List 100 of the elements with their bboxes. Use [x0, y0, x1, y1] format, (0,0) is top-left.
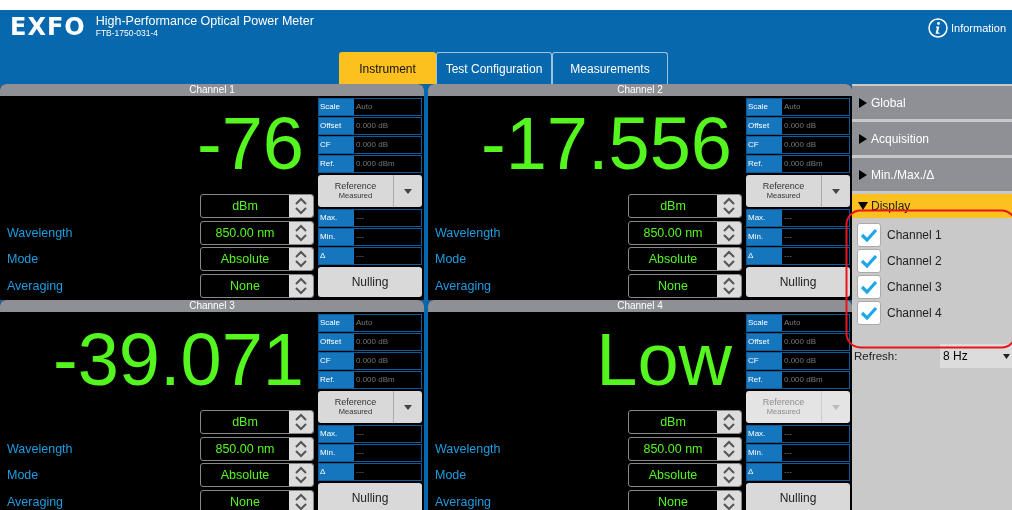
- caret-icon: [404, 404, 412, 410]
- info-label: Offset: [747, 118, 782, 134]
- setting-spinner[interactable]: Absolute: [200, 463, 314, 488]
- checkbox[interactable]: [857, 249, 881, 273]
- checkbox[interactable]: [857, 223, 881, 247]
- check-icon: [860, 254, 878, 268]
- tab[interactable]: Instrument: [339, 52, 436, 84]
- check-icon: [860, 228, 878, 242]
- info-label: Ref.: [747, 372, 782, 388]
- setting-label: Wavelength: [435, 225, 501, 240]
- stat-label: Max.: [747, 426, 782, 442]
- up-down-icon: [289, 274, 313, 297]
- channel-title: Channel 1: [0, 84, 424, 96]
- up-down-icon: [717, 490, 741, 510]
- info-label: Scale: [747, 315, 782, 331]
- checkbox[interactable]: [857, 301, 881, 325]
- tab[interactable]: Measurements: [552, 52, 668, 84]
- setting-spinner[interactable]: Absolute: [628, 247, 742, 272]
- up-down-icon: [289, 221, 313, 244]
- stat-label: Max.: [747, 210, 782, 226]
- power-reading: Low: [595, 317, 733, 403]
- channel-title: Channel 2: [428, 84, 852, 96]
- setting-label: Mode: [435, 468, 467, 483]
- up-down-icon: [717, 221, 741, 244]
- setting-label: Averaging: [7, 494, 64, 509]
- setting-label: Averaging: [7, 278, 64, 293]
- power-reading: -39.071: [52, 317, 305, 403]
- check-icon: [860, 306, 878, 320]
- triangle-icon: [858, 97, 868, 108]
- checkbox-label: Channel 1: [887, 228, 942, 242]
- setting-spinner[interactable]: 850.00 nm: [200, 220, 314, 245]
- caret-icon: [832, 404, 840, 410]
- checkbox-label: Channel 4: [887, 306, 942, 320]
- stat-label: Min.: [319, 445, 354, 461]
- nulling-button[interactable]: Nulling: [746, 483, 850, 510]
- unit-spinner[interactable]: dBm: [628, 410, 742, 435]
- up-down-icon: [289, 411, 313, 434]
- info-label: Ref.: [319, 372, 354, 388]
- tab[interactable]: Test Configuration: [436, 52, 552, 84]
- up-down-icon: [717, 411, 741, 434]
- info-label: Offset: [747, 334, 782, 350]
- setting-spinner[interactable]: 850.00 nm: [628, 220, 742, 245]
- setting-label: Averaging: [435, 494, 492, 509]
- setting-label: Wavelength: [7, 441, 73, 456]
- setting-spinner[interactable]: None: [200, 489, 314, 510]
- up-down-icon: [717, 437, 741, 460]
- checkbox[interactable]: [857, 275, 881, 299]
- stat-label: Δ: [319, 248, 354, 264]
- setting-spinner[interactable]: Absolute: [200, 247, 314, 272]
- channel-title: Channel 4: [428, 300, 852, 312]
- stat-label: Δ: [319, 464, 354, 480]
- checkbox-label: Channel 3: [887, 280, 942, 294]
- power-reading: -76: [196, 101, 305, 187]
- stat-label: Min.: [747, 445, 782, 461]
- info-label: Ref.: [319, 156, 354, 172]
- setting-spinner[interactable]: None: [200, 273, 314, 298]
- up-down-icon: [289, 195, 313, 218]
- nulling-button[interactable]: Nulling: [318, 483, 422, 510]
- info-label: CF: [747, 137, 782, 153]
- unit-spinner[interactable]: dBm: [200, 194, 314, 219]
- model-number: FTB-1750-031-4: [95, 28, 160, 38]
- setting-spinner[interactable]: None: [628, 489, 742, 510]
- stat-label: Max.: [319, 210, 354, 226]
- info-label: CF: [319, 137, 354, 153]
- setting-spinner[interactable]: 850.00 nm: [628, 436, 742, 461]
- up-down-icon: [717, 248, 741, 271]
- info-label: CF: [319, 353, 354, 369]
- info-label: Offset: [319, 118, 354, 134]
- caret-icon: [404, 188, 412, 194]
- up-down-icon: [289, 248, 313, 271]
- setting-spinner[interactable]: Absolute: [628, 463, 742, 488]
- stat-label: Min.: [319, 229, 354, 245]
- stat-label: Δ: [747, 464, 782, 480]
- setting-label: Wavelength: [435, 441, 501, 456]
- setting-label: Mode: [7, 468, 39, 483]
- nulling-button[interactable]: Nulling: [318, 267, 422, 297]
- triangle-icon: [858, 133, 868, 144]
- app-title: High-Performance Optical Power Meter: [95, 14, 314, 28]
- power-reading: -17.556: [480, 101, 733, 187]
- triangle-icon: [858, 201, 868, 211]
- nulling-button[interactable]: Nulling: [746, 267, 850, 297]
- channel-title: Channel 3: [0, 300, 424, 312]
- caret-icon: [832, 188, 840, 194]
- information-button[interactable]: Information: [927, 14, 1006, 38]
- info-label: Ref.: [747, 156, 782, 172]
- stat-label: Δ: [747, 248, 782, 264]
- setting-label: Wavelength: [7, 225, 73, 240]
- logo: EXFO: [10, 14, 86, 40]
- up-down-icon: [717, 195, 741, 218]
- checkbox-label: Channel 2: [887, 254, 942, 268]
- unit-spinner[interactable]: dBm: [628, 194, 742, 219]
- refresh-dropdown[interactable]: 8 Hz: [940, 344, 1012, 368]
- setting-spinner[interactable]: 850.00 nm: [200, 436, 314, 461]
- unit-spinner[interactable]: dBm: [200, 410, 314, 435]
- up-down-icon: [717, 274, 741, 297]
- setting-label: Averaging: [435, 278, 492, 293]
- info-label: Scale: [319, 315, 354, 331]
- setting-spinner[interactable]: None: [628, 273, 742, 298]
- triangle-icon: [858, 169, 868, 180]
- section-header[interactable]: Display: [852, 194, 1012, 218]
